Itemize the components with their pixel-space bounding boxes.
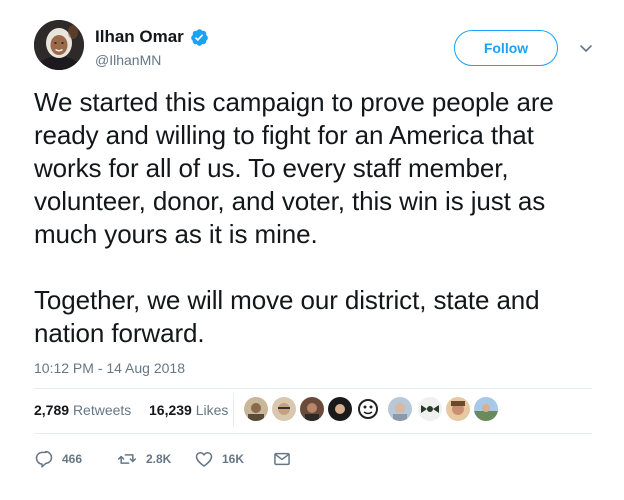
retweet-icon <box>117 454 137 464</box>
retweet-button[interactable]: 2.8K <box>116 448 171 470</box>
envelope-icon <box>274 452 290 466</box>
divider <box>34 388 592 389</box>
retweets-stat[interactable]: 2,789 Retweets <box>34 400 131 420</box>
retweets-count: 2,789 <box>34 402 70 418</box>
tweet-paragraph: Together, we will move our district, sta… <box>34 285 540 348</box>
tweet-card: Ilhan Omar @IlhanMN Follow We started th… <box>0 0 624 500</box>
liker-avatar[interactable] <box>328 397 352 421</box>
liker-avatar[interactable] <box>474 397 498 421</box>
direct-message-button[interactable] <box>272 448 292 470</box>
author-handle[interactable]: @IlhanMN <box>95 51 161 69</box>
divider <box>34 433 592 434</box>
reply-count: 466 <box>62 452 83 466</box>
heart-icon <box>195 452 213 467</box>
tweet-text: We started this campaign to prove people… <box>34 86 594 350</box>
liker-avatar[interactable] <box>388 397 412 421</box>
author-avatar[interactable] <box>34 20 84 70</box>
liker-avatar[interactable] <box>446 397 470 421</box>
reply-icon <box>35 450 53 468</box>
like-count: 16K <box>222 452 245 466</box>
liker-avatar[interactable] <box>300 397 324 421</box>
chevron-down-icon[interactable] <box>578 40 594 56</box>
liker-avatar[interactable] <box>356 397 380 421</box>
likes-count: 16,239 <box>149 402 192 418</box>
liker-avatar[interactable] <box>418 397 442 421</box>
stats-separator <box>233 393 234 427</box>
retweet-count: 2.8K <box>146 452 172 466</box>
liker-avatar[interactable] <box>244 397 268 421</box>
retweets-label: Retweets <box>72 402 132 418</box>
like-button[interactable]: 16K <box>194 448 244 470</box>
tweet-paragraph: We started this campaign to prove people… <box>34 87 554 249</box>
likes-label: Likes <box>195 402 229 418</box>
follow-button[interactable]: Follow <box>454 30 558 66</box>
tweet-timestamp[interactable]: 10:12 PM - 14 Aug 2018 <box>34 359 185 377</box>
author-name[interactable]: Ilhan Omar <box>95 27 184 47</box>
liker-avatar[interactable] <box>272 397 296 421</box>
reply-button[interactable]: 466 <box>34 448 82 470</box>
verified-badge-icon <box>191 29 208 46</box>
likes-stat[interactable]: 16,239 Likes <box>149 400 228 420</box>
